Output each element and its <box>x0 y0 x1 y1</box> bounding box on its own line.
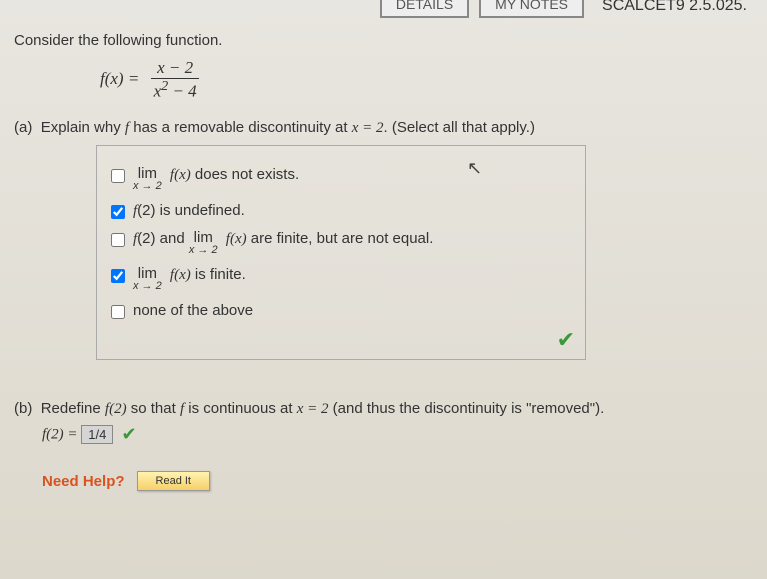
option-2-label: f(2) is undefined. <box>133 202 245 220</box>
answer-correct-icon: ✔ <box>122 424 137 444</box>
option-5-label: none of the above <box>133 302 253 319</box>
option-3-checkbox[interactable] <box>111 233 125 247</box>
option-1[interactable]: limx → 2 f(x) does not exists. <box>111 166 571 192</box>
eq-numerator: x − 2 <box>151 59 199 79</box>
read-it-button[interactable]: Read It <box>137 471 210 491</box>
option-4[interactable]: limx → 2 f(x) is finite. <box>111 266 571 292</box>
answer-input[interactable]: 1/4 <box>81 425 113 444</box>
option-3-label: f(2) and limx → 2 f(x) are finite, but a… <box>133 230 433 256</box>
problem-ref: SCALCET9 2.5.025. <box>602 0 747 15</box>
option-2-checkbox[interactable] <box>111 205 125 219</box>
part-b-prompt: (b) Redefine f(2) so that f is continuou… <box>14 400 753 445</box>
my-notes-button[interactable]: MY NOTES <box>479 0 584 18</box>
details-button[interactable]: DETAILS <box>380 0 469 18</box>
eq-lhs: f(x) = <box>100 69 139 88</box>
need-help-label: Need Help? <box>42 473 125 490</box>
eq-denominator: x2 − 4 <box>148 79 203 101</box>
option-1-checkbox[interactable] <box>111 169 125 183</box>
prompt-text: Consider the following function. <box>14 32 767 49</box>
option-2[interactable]: f(2) is undefined. <box>111 202 571 220</box>
options-box: limx → 2 f(x) does not exists. f(2) is u… <box>96 145 586 360</box>
function-definition: f(x) = x − 2 x2 − 4 <box>100 59 767 101</box>
option-5-checkbox[interactable] <box>111 305 125 319</box>
answer-lhs: f(2) = <box>42 427 81 443</box>
part-a-prompt: (a) Explain why f has a removable discon… <box>14 119 753 137</box>
option-1-label: limx → 2 f(x) does not exists. <box>133 166 299 192</box>
option-5[interactable]: none of the above <box>111 302 571 319</box>
option-3[interactable]: f(2) and limx → 2 f(x) are finite, but a… <box>111 230 571 256</box>
option-4-checkbox[interactable] <box>111 269 125 283</box>
option-4-label: limx → 2 f(x) is finite. <box>133 266 246 292</box>
correct-check-icon: ✔ <box>557 327 575 353</box>
